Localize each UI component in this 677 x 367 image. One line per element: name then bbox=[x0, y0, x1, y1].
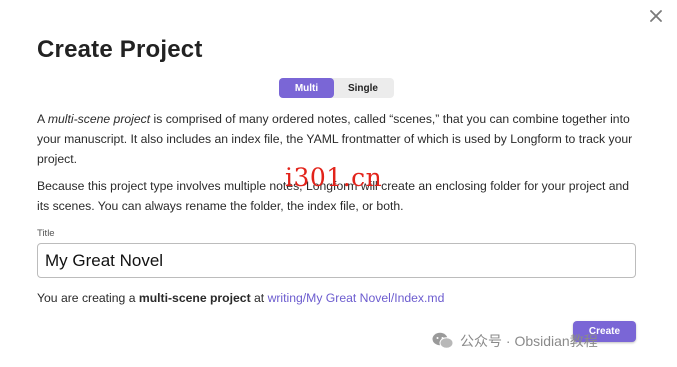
project-type-toggle: Multi Single bbox=[279, 78, 394, 98]
toggle-multi[interactable]: Multi bbox=[279, 78, 334, 98]
toggle-single[interactable]: Single bbox=[334, 78, 392, 98]
title-input[interactable] bbox=[37, 243, 636, 278]
creation-summary: You are creating a multi-scene project a… bbox=[37, 291, 445, 305]
title-label: Title bbox=[37, 228, 55, 239]
site-watermark: i301.cn bbox=[285, 163, 383, 192]
index-file-path: writing/My Great Novel/Index.md bbox=[267, 291, 445, 305]
close-icon bbox=[650, 10, 662, 22]
multi-scene-description: A multi-scene project is comprised of ma… bbox=[37, 112, 633, 166]
multi-scene-term: multi-scene project bbox=[47, 112, 151, 126]
create-project-dialog: Create Project Multi Single A multi-scen… bbox=[0, 0, 677, 367]
brand-watermark: 公众号 · Obsidian教程 bbox=[432, 331, 598, 351]
close-button[interactable] bbox=[647, 7, 665, 25]
wechat-icon bbox=[432, 332, 454, 350]
dialog-title: Create Project bbox=[37, 36, 203, 63]
brand-watermark-text: 公众号 · Obsidian教程 bbox=[460, 333, 598, 349]
